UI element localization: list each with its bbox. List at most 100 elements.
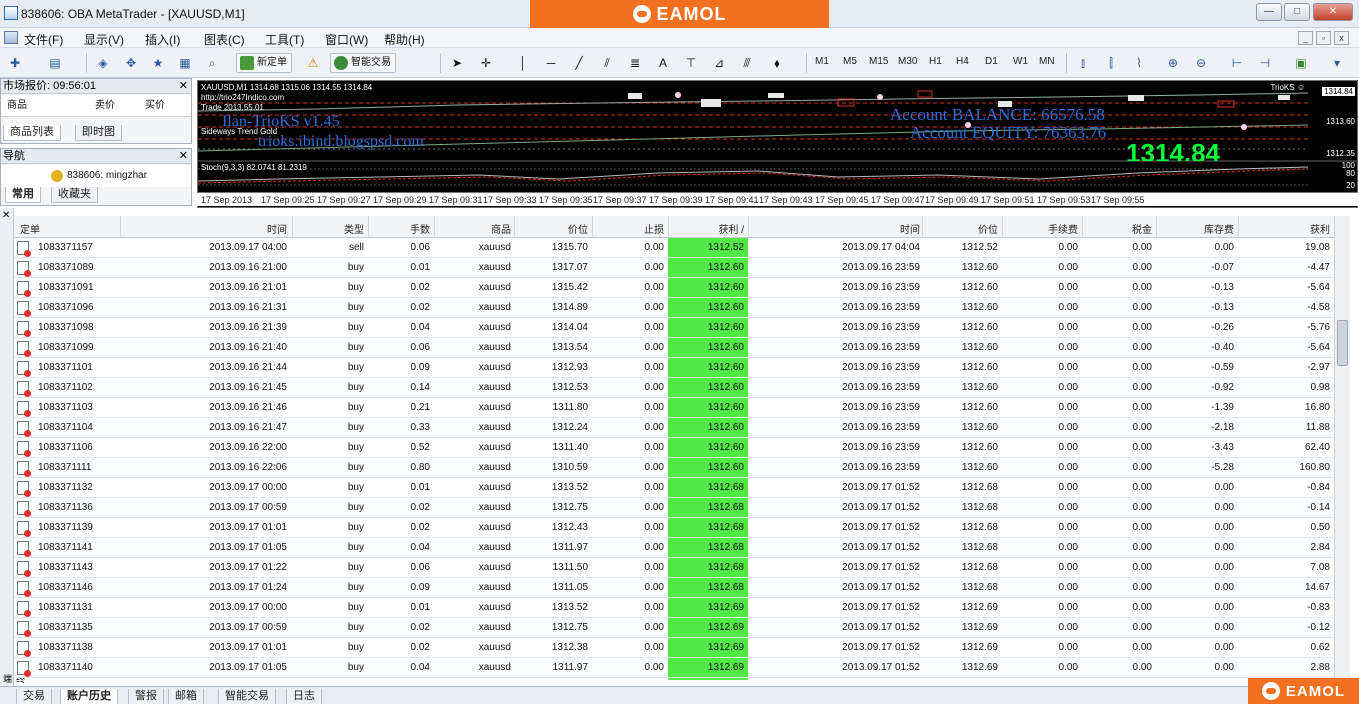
- table-row[interactable]: 1083371102 2013.09.16 21:45 buy 0.14 xauusd 1…: [14, 378, 1334, 398]
- line-chart-icon[interactable]: ⌇: [1128, 53, 1150, 73]
- table-row[interactable]: 1083371104 2013.09.16 21:47 buy 0.33 xauusd 1…: [14, 418, 1334, 438]
- profiles-icon[interactable]: ▤: [44, 53, 66, 73]
- close-icon[interactable]: ✕: [179, 150, 188, 163]
- timeframe-m5[interactable]: M5: [843, 56, 857, 67]
- menu-help[interactable]: 帮助(H): [384, 31, 425, 48]
- column-header-close-time[interactable]: 时间: [750, 221, 920, 236]
- column-header-take-profit[interactable]: 获利 /: [670, 221, 744, 236]
- navigator-account[interactable]: 838606: mingzhar: [67, 170, 147, 182]
- column-header-profit[interactable]: 获利: [1240, 221, 1330, 236]
- menu-file[interactable]: 文件(F): [24, 31, 63, 48]
- mdi-close-button[interactable]: x: [1334, 31, 1349, 45]
- column-header-commission[interactable]: 手续费: [1004, 221, 1078, 236]
- fan-icon[interactable]: ⊿: [708, 53, 730, 73]
- close-button[interactable]: ✕: [1313, 3, 1353, 21]
- favorites-star-icon[interactable]: ★: [147, 53, 169, 73]
- column-header-swap[interactable]: 库存费: [1158, 221, 1234, 236]
- table-row[interactable]: 1083371136 2013.09.17 00:59 buy 0.02 xauusd 1…: [14, 498, 1334, 518]
- tab-common[interactable]: 常用: [5, 187, 41, 203]
- column-header-open-price[interactable]: 价位: [516, 221, 588, 236]
- column-header-stop-loss[interactable]: 止损: [594, 221, 664, 236]
- vertical-scrollbar[interactable]: [1334, 216, 1350, 678]
- table-row[interactable]: 1083371146 2013.09.17 01:24 buy 0.09 xauusd 1…: [14, 578, 1334, 598]
- zoom-in-icon[interactable]: ⊕: [1162, 53, 1184, 73]
- trendline-icon[interactable]: ╱: [568, 53, 590, 73]
- menu-window[interactable]: 窗口(W): [325, 31, 368, 48]
- pitchfork-icon[interactable]: ⫻: [736, 53, 758, 73]
- candlestick-icon[interactable]: ⫿: [1100, 53, 1122, 73]
- navigator-icon[interactable]: ✥: [120, 53, 142, 73]
- timeframe-m15[interactable]: M15: [869, 56, 888, 67]
- tab-symbols[interactable]: 商品列表: [3, 125, 61, 141]
- terminal-icon[interactable]: ▦: [174, 53, 196, 73]
- column-header-type[interactable]: 类型: [294, 221, 364, 236]
- table-row[interactable]: 1083371098 2013.09.16 21:39 buy 0.04 xauusd 1…: [14, 318, 1334, 338]
- terminal-tab-2[interactable]: 警报: [128, 689, 164, 704]
- autoscroll-icon[interactable]: ⊣: [1254, 53, 1276, 73]
- table-row[interactable]: 1083371089 2013.09.16 21:00 buy 0.01 xauusd 1…: [14, 258, 1334, 278]
- column-header-ticket[interactable]: 定单: [20, 221, 40, 236]
- tab-favorites[interactable]: 收藏夹: [51, 187, 98, 203]
- terminal-tab-4[interactable]: 智能交易: [218, 689, 276, 704]
- table-row[interactable]: 1083371141 2013.09.17 01:05 buy 0.04 xauusd 1…: [14, 538, 1334, 558]
- menu-insert[interactable]: 插入(I): [145, 31, 180, 48]
- timeframe-d1[interactable]: D1: [985, 56, 998, 67]
- timeframe-h4[interactable]: H4: [956, 56, 969, 67]
- periods-icon[interactable]: ▾: [1326, 53, 1348, 73]
- horizontal-line-icon[interactable]: ─: [540, 53, 562, 73]
- table-row[interactable]: 1083371101 2013.09.16 21:44 buy 0.09 xauusd 1…: [14, 358, 1334, 378]
- scrollbar-thumb[interactable]: [1337, 320, 1348, 366]
- column-header-open-time[interactable]: 时间: [122, 221, 287, 236]
- column-symbol[interactable]: 商品: [7, 100, 27, 112]
- crosshair-icon[interactable]: ✛: [475, 53, 497, 73]
- minimize-button[interactable]: —: [1256, 3, 1282, 21]
- terminal-tab-1[interactable]: 账户历史: [60, 689, 118, 704]
- bar-chart-icon[interactable]: ⫾: [1072, 53, 1094, 73]
- new-order-button[interactable]: 新定单: [236, 53, 292, 73]
- fibonacci-icon[interactable]: ≣: [624, 53, 646, 73]
- table-row[interactable]: 10833711422013.09.17 01:22buy0.06xauusd1…: [14, 678, 1334, 680]
- table-row[interactable]: 1083371135 2013.09.17 00:59 buy 0.02 xauusd 1…: [14, 618, 1334, 638]
- column-ask[interactable]: 买价: [145, 100, 165, 112]
- timeframe-mn[interactable]: MN: [1039, 56, 1055, 67]
- text-label-icon[interactable]: ⊤: [680, 53, 702, 73]
- table-row[interactable]: 1083371140 2013.09.17 01:05 buy 0.04 xauusd 1…: [14, 658, 1334, 678]
- terminal-tab-3[interactable]: 邮箱: [168, 689, 204, 704]
- auto-trading-button[interactable]: 智能交易: [330, 53, 396, 73]
- timeframe-m30[interactable]: M30: [898, 56, 917, 67]
- mdi-restore-button[interactable]: ▫: [1316, 31, 1331, 45]
- alert-icon[interactable]: ⚠: [302, 53, 324, 73]
- zoom-out-icon[interactable]: ⊖: [1190, 53, 1212, 73]
- table-row[interactable]: 1083371106 2013.09.16 22:00 buy 0.52 xauusd 1…: [14, 438, 1334, 458]
- table-row[interactable]: 1083371131 2013.09.17 00:00 buy 0.01 xauusd 1…: [14, 598, 1334, 618]
- chart-shift-icon[interactable]: ⊢: [1226, 53, 1248, 73]
- table-row[interactable]: 1083371096 2013.09.16 21:31 buy 0.02 xauusd 1…: [14, 298, 1334, 318]
- table-row[interactable]: 1083371099 2013.09.16 21:40 buy 0.06 xauusd 1…: [14, 338, 1334, 358]
- indicators-icon[interactable]: ▣: [1290, 53, 1312, 73]
- table-row[interactable]: 1083371138 2013.09.17 01:01 buy 0.02 xauusd 1…: [14, 638, 1334, 658]
- timeframe-w1[interactable]: W1: [1013, 56, 1028, 67]
- vertical-line-icon[interactable]: │: [512, 53, 534, 73]
- timeframe-m1[interactable]: M1: [815, 56, 829, 67]
- timeframe-h1[interactable]: H1: [929, 56, 942, 67]
- channel-icon[interactable]: ⫽: [596, 53, 618, 73]
- table-row[interactable]: 1083371103 2013.09.16 21:46 buy 0.21 xauusd 1…: [14, 398, 1334, 418]
- market-watch-icon[interactable]: ◈: [92, 53, 114, 73]
- column-header-symbol[interactable]: 商品: [436, 221, 511, 236]
- mdi-minimize-button[interactable]: _: [1298, 31, 1313, 45]
- table-row[interactable]: 1083371157 2013.09.17 04:00 sell 0.06 xauusd…: [14, 238, 1334, 258]
- close-icon[interactable]: ✕: [179, 80, 188, 93]
- price-chart[interactable]: XAUUSD,M1 1314.68 1315.06 1314.55 1314.8…: [197, 80, 1358, 208]
- shapes-dropdown-icon[interactable]: ⬧: [766, 53, 788, 73]
- restore-button[interactable]: □: [1284, 3, 1310, 21]
- column-header-close-price[interactable]: 价位: [924, 221, 998, 236]
- new-chart-icon[interactable]: ✚: [4, 53, 26, 73]
- terminal-tab-0[interactable]: 交易: [16, 689, 52, 704]
- table-row[interactable]: 1083371139 2013.09.17 01:01 buy 0.02 xauusd 1…: [14, 518, 1334, 538]
- close-icon[interactable]: ✕: [2, 210, 10, 221]
- column-header-taxes[interactable]: 税金: [1084, 221, 1152, 236]
- table-row[interactable]: 1083371143 2013.09.17 01:22 buy 0.06 xauusd 1…: [14, 558, 1334, 578]
- cursor-arrow-icon[interactable]: ➤: [446, 53, 468, 73]
- tab-tick-chart[interactable]: 即时图: [75, 125, 122, 141]
- text-tool-icon[interactable]: A: [652, 53, 674, 73]
